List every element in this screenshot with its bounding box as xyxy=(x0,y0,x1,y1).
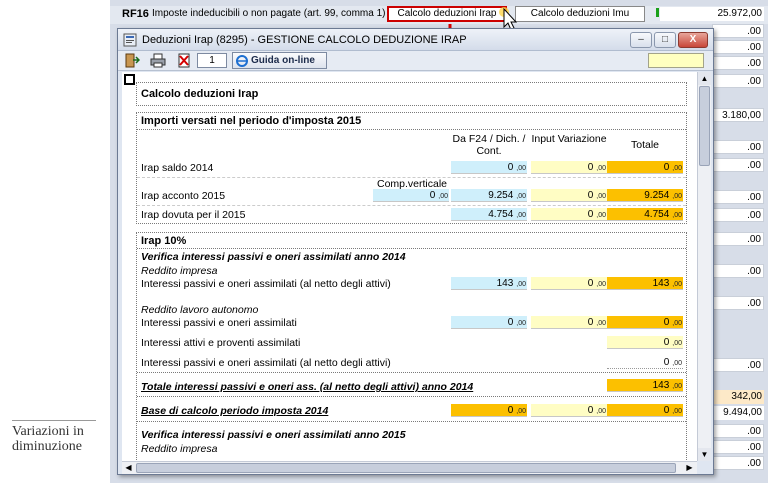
printer-icon[interactable] xyxy=(150,53,166,68)
bg-field[interactable]: .00 xyxy=(712,456,764,470)
scroll-up-arrow-icon[interactable]: ▲ xyxy=(698,72,711,85)
scroll-left-arrow-icon[interactable]: ◀ xyxy=(122,462,135,474)
calcolo-deduzioni-irap-button[interactable]: Calcolo deduzioni Irap xyxy=(387,6,507,22)
bg-field[interactable]: .00 xyxy=(712,424,764,438)
internet-explorer-icon xyxy=(236,55,248,67)
irap-saldo-f24[interactable]: 0,00 xyxy=(451,161,527,174)
guida-online-button[interactable]: Guida on-line xyxy=(232,52,327,69)
base-calcolo-label: Base di calcolo periodo imposta 2014 xyxy=(141,405,329,417)
horizontal-scroll-thumb[interactable] xyxy=(136,463,676,473)
bg-value-342[interactable]: 342,00 xyxy=(712,390,764,404)
impresa-interessi-f24[interactable]: 143,00 xyxy=(451,277,527,290)
calcolo-deduzioni-imu-button[interactable]: Calcolo deduzioni Imu xyxy=(515,6,645,22)
header-title: Calcolo deduzioni Irap xyxy=(141,88,259,100)
bg-field[interactable]: 3.180,00 xyxy=(712,108,764,122)
row-label-lavoro-attivi: Interessi attivi e proventi assimilati xyxy=(141,337,301,349)
vertical-scroll-thumb[interactable] xyxy=(699,86,710,166)
impresa-interessi-input[interactable]: 0,00 xyxy=(531,277,607,290)
horizontal-scrollbar[interactable]: ◀ ▶ xyxy=(122,461,697,474)
importi-title: Importi versati nel periodo d'imposta 20… xyxy=(141,115,362,127)
left-panel xyxy=(0,0,110,483)
rf16-description: Imposte indeducibili o non pagate (art. … xyxy=(152,8,386,19)
col-head-f24: Da F24 / Dich. / Cont. xyxy=(452,133,526,157)
bg-value-9494[interactable]: 9.494,00 xyxy=(712,406,764,420)
irap-acconto-f24[interactable]: 9.254,00 xyxy=(451,189,527,202)
row-label-lavoro-passivi: Interessi passivi e oneri assimilati xyxy=(141,317,297,329)
comp-verticale-field[interactable]: 0,00 xyxy=(373,189,449,202)
delete-icon[interactable] xyxy=(176,53,192,68)
irap-saldo-totale: 0,00 xyxy=(607,161,683,174)
irap-10-section: Irap 10% Verifica interessi passivi e on… xyxy=(136,232,687,461)
lavoro-attivi-totale[interactable]: 0,00 xyxy=(607,336,683,349)
bg-field[interactable]: .00 xyxy=(712,56,764,70)
col-head-input: Input Variazione xyxy=(531,133,607,145)
verifica-2015-heading: Verifica interessi passivi e oneri assim… xyxy=(141,429,406,441)
bg-field[interactable]: .00 xyxy=(712,358,764,372)
bg-field[interactable]: .00 xyxy=(712,140,764,154)
irap-acconto-input[interactable]: 0,00 xyxy=(531,189,607,202)
lavoro-passivi-f24[interactable]: 0,00 xyxy=(451,316,527,329)
dialog-titlebar[interactable]: Deduzioni Irap (8295) - GESTIONE CALCOLO… xyxy=(118,29,713,51)
guida-online-label: Guida on-line xyxy=(251,55,315,66)
reddito-impresa-label: Reddito impresa xyxy=(141,265,218,277)
close-button[interactable]: X xyxy=(678,32,708,48)
bg-field[interactable]: .00 xyxy=(712,24,764,38)
scroll-down-arrow-icon[interactable]: ▼ xyxy=(698,448,711,461)
minimize-button[interactable]: – xyxy=(630,32,652,48)
deduzioni-irap-dialog: Deduzioni Irap (8295) - GESTIONE CALCOLO… xyxy=(117,28,714,475)
irap-dovuta-f24[interactable]: 4.754,00 xyxy=(451,208,527,221)
irap-dovuta-input[interactable]: 0,00 xyxy=(531,208,607,221)
corner-checkbox[interactable] xyxy=(124,74,135,85)
bg-field[interactable]: .00 xyxy=(712,74,764,88)
bg-field[interactable]: .00 xyxy=(712,296,764,310)
toolbar-yellow-field[interactable] xyxy=(648,53,704,68)
lavoro-netto-totale: 0,00 xyxy=(607,356,683,369)
base-calcolo-f24: 0,00 xyxy=(451,404,527,417)
reddito-lavoro-label: Reddito lavoro autonomo xyxy=(141,304,259,316)
bg-field[interactable]: .00 xyxy=(712,158,764,172)
rf16-value-field[interactable]: 25.972,00 xyxy=(660,7,764,21)
base-calcolo-input[interactable]: 0,00 xyxy=(531,404,607,417)
lavoro-passivi-input[interactable]: 0,00 xyxy=(531,316,607,329)
rf16-code: RF16 xyxy=(122,8,149,20)
app-icon xyxy=(123,33,137,47)
row-label-irap-saldo: Irap saldo 2014 xyxy=(141,162,214,174)
green-marker xyxy=(656,8,659,17)
bg-field[interactable]: .00 xyxy=(712,264,764,278)
totale-2014-value: 143,00 xyxy=(607,379,683,392)
irap-10-title: Irap 10% xyxy=(141,235,187,247)
row-label-impresa-interessi: Interessi passivi e oneri assimilati (al… xyxy=(141,278,391,290)
irap-dovuta-totale: 4.754,00 xyxy=(607,208,683,221)
irap-saldo-input[interactable]: 0,00 xyxy=(531,161,607,174)
totale-2014-label: Totale interessi passivi e oneri ass. (a… xyxy=(141,381,474,393)
verifica-2014-heading: Verifica interessi passivi e oneri assim… xyxy=(141,251,406,263)
bg-field[interactable]: .00 xyxy=(712,208,764,222)
impresa-interessi-totale: 143,00 xyxy=(607,277,683,290)
dialog-title: Deduzioni Irap (8295) - GESTIONE CALCOLO… xyxy=(142,34,467,46)
row-label-lavoro-netto: Interessi passivi e oneri assimilati (al… xyxy=(141,357,391,369)
col-head-totale: Totale xyxy=(630,139,660,151)
vertical-scrollbar[interactable]: ▲ ▼ xyxy=(697,72,711,461)
irap-acconto-totale: 9.254,00 xyxy=(607,189,683,202)
side-label-variazioni: Variazioni in diminuzione xyxy=(12,420,96,454)
bg-field[interactable]: .00 xyxy=(712,440,764,454)
maximize-button[interactable]: □ xyxy=(654,32,676,48)
row-label-irap-acconto: Irap acconto 2015 xyxy=(141,190,226,202)
scroll-right-arrow-icon[interactable]: ▶ xyxy=(683,462,696,474)
lavoro-passivi-totale: 0,00 xyxy=(607,316,683,329)
exit-door-icon[interactable] xyxy=(124,53,140,68)
header-section: Calcolo deduzioni Irap xyxy=(136,82,687,106)
bg-field[interactable]: .00 xyxy=(712,190,764,204)
importi-section: Importi versati nel periodo d'imposta 20… xyxy=(136,112,687,224)
row-label-irap-dovuta: Irap dovuta per il 2015 xyxy=(141,209,246,221)
reddito-impresa-2015-label: Reddito impresa xyxy=(141,443,218,455)
dialog-toolbar: 1 Guida on-line xyxy=(118,51,713,71)
base-calcolo-totale: 0,00 xyxy=(607,404,683,417)
bg-field[interactable]: .00 xyxy=(712,232,764,246)
bg-field[interactable]: .00 xyxy=(712,40,764,54)
dialog-content: Calcolo deduzioni Irap Importi versati n… xyxy=(122,72,697,461)
page-number-field[interactable]: 1 xyxy=(197,53,227,68)
